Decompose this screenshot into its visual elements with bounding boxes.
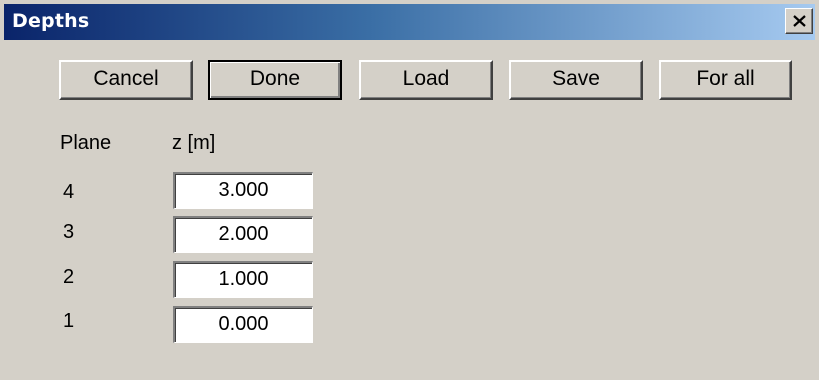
close-button[interactable] (785, 8, 813, 34)
z-field-plane-1[interactable]: 0.000 (173, 306, 313, 343)
z-column-header: z [m] (172, 132, 216, 154)
z-field-plane-4[interactable]: 3.000 (173, 172, 313, 209)
cancel-button[interactable]: Cancel (59, 60, 193, 100)
save-button[interactable]: Save (509, 60, 643, 100)
for-all-button[interactable]: For all (659, 60, 792, 100)
window-title: Depths (12, 10, 90, 32)
plane-label: 3 (63, 221, 75, 243)
done-button[interactable]: Done (208, 60, 342, 100)
load-button[interactable]: Load (359, 60, 493, 100)
close-icon (793, 15, 806, 27)
z-field-plane-3[interactable]: 2.000 (173, 216, 313, 253)
title-bar[interactable]: Depths (4, 4, 815, 40)
depths-dialog: Depths Cancel Done Load Save For all Pla… (0, 0, 819, 380)
plane-column-header: Plane (60, 132, 112, 154)
plane-label: 4 (63, 181, 75, 203)
plane-label: 2 (63, 266, 75, 288)
plane-label: 1 (63, 310, 75, 332)
z-field-plane-2[interactable]: 1.000 (173, 261, 313, 298)
